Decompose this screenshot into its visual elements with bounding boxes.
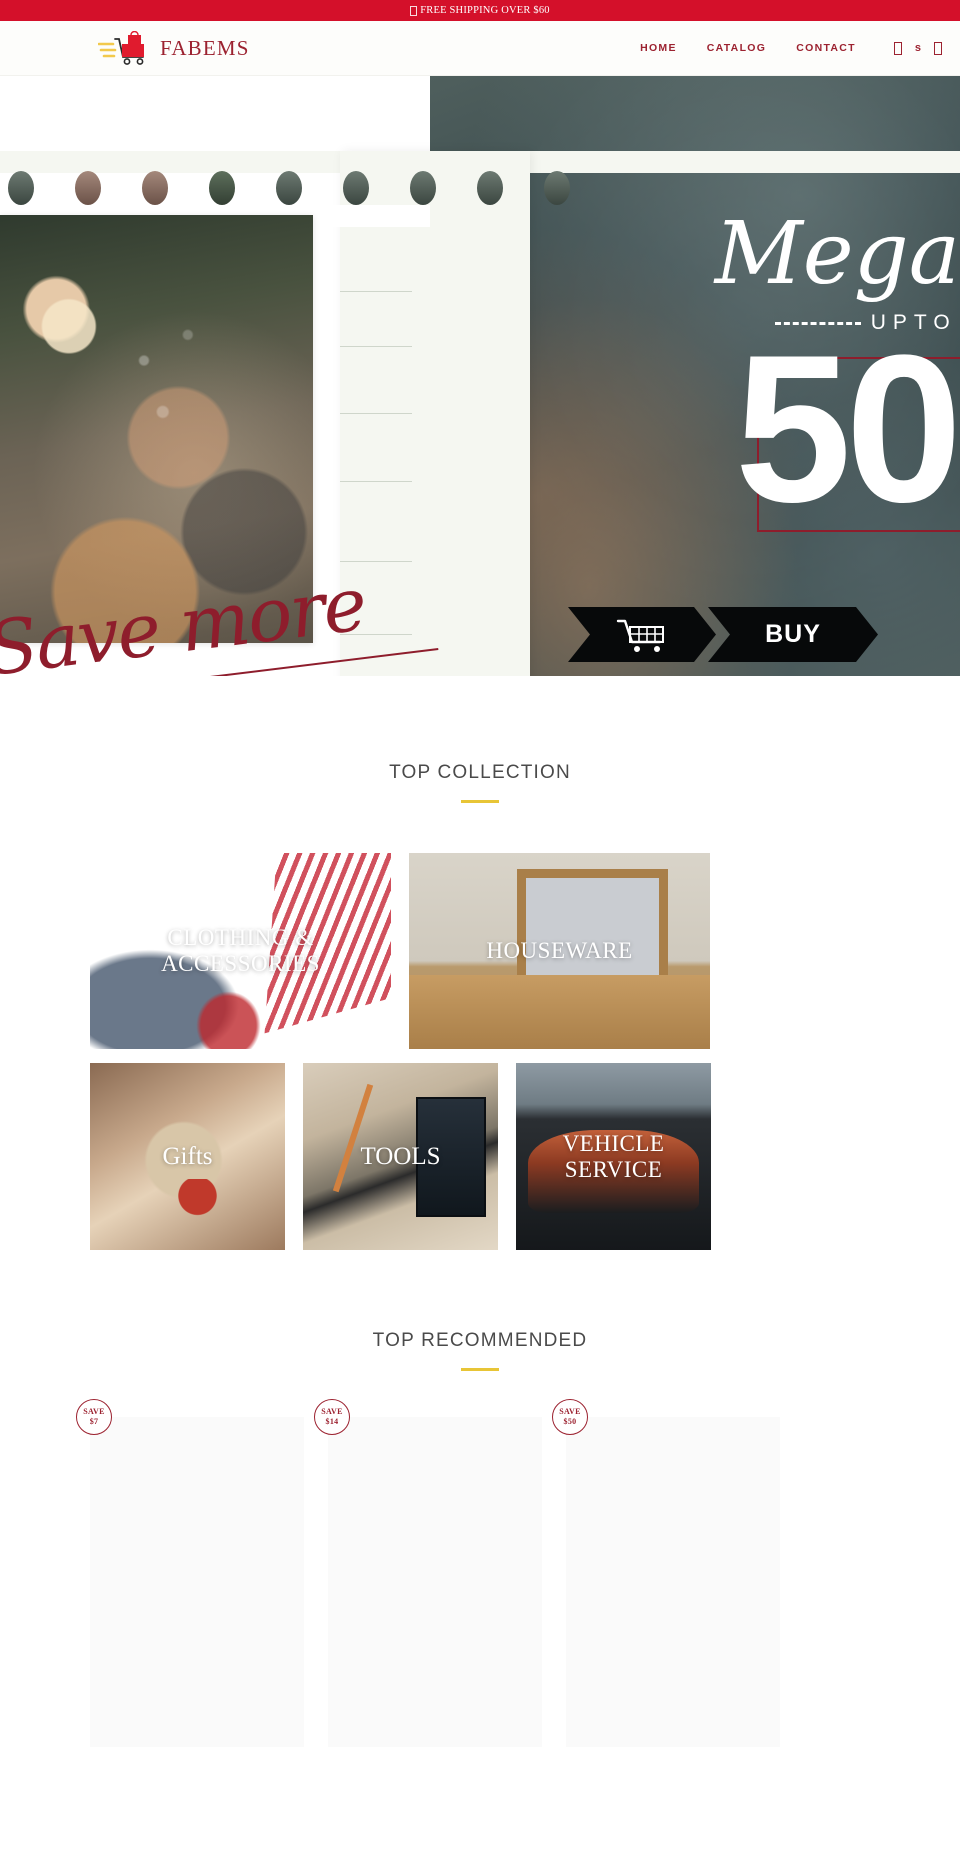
product-row: SAVE $7 SAVE $14 SAVE $50 <box>0 1399 960 1747</box>
collection-tile-vehicle-service[interactable]: VEHICLE SERVICE <box>516 1063 711 1250</box>
save-badge: SAVE $14 <box>314 1399 350 1435</box>
promo-script-text: Mega <box>714 204 960 304</box>
site-header: FABEMS HOME CATALOG CONTACT s <box>0 21 960 76</box>
tile-label: VEHICLE SERVICE <box>562 1130 665 1182</box>
collection-title-rule <box>461 800 499 803</box>
nav-item-contact[interactable]: CONTACT <box>796 42 856 54</box>
hero-buy-button[interactable]: BUY <box>708 607 878 662</box>
buy-button-label: BUY <box>765 620 821 648</box>
recommended-title-rule <box>461 1368 499 1371</box>
hero-cta-group: BUY <box>568 607 878 662</box>
shopping-cart-icon <box>615 616 669 654</box>
hero-banner: Save more Mega UPTO 50 BUY <box>0 76 960 676</box>
hero-cart-button[interactable] <box>568 607 716 662</box>
product-card[interactable]: SAVE $7 <box>76 1399 304 1747</box>
truck-icon <box>410 5 418 16</box>
header-icon-group: s <box>893 41 942 55</box>
announcement-bar: FREE SHIPPING OVER $60 <box>0 0 960 21</box>
nav-item-catalog[interactable]: CATALOG <box>707 42 766 54</box>
tile-label: Gifts <box>162 1142 213 1170</box>
product-card[interactable]: SAVE $14 <box>314 1399 542 1747</box>
collection-title: TOP COLLECTION <box>389 762 571 783</box>
collection-tile-clothing-accessories[interactable]: CLOTHING & ACCESSORIES <box>90 853 391 1049</box>
promo-number-text: 50 <box>734 311 960 547</box>
recommended-title: TOP RECOMMENDED <box>372 1330 588 1351</box>
collection-tile-houseware[interactable]: HOUSEWARE <box>409 853 710 1049</box>
promo-discount-number: 50 <box>735 324 960 534</box>
main-navigation: HOME CATALOG CONTACT s <box>640 41 942 55</box>
currency-selector[interactable]: s <box>915 42 921 54</box>
brand-logo[interactable]: FABEMS <box>98 31 250 65</box>
tile-label: HOUSEWARE <box>486 938 633 964</box>
top-collection-section: TOP COLLECTION CLOTHING & ACCESSORIES HOU… <box>0 676 960 1250</box>
tile-label: CLOTHING & ACCESSORIES <box>161 925 320 976</box>
cart-icon[interactable] <box>934 41 942 55</box>
search-icon[interactable] <box>893 41 902 55</box>
notepad-sheet <box>340 151 530 676</box>
top-recommended-section: TOP RECOMMENDED SAVE $7 SAVE $14 SAVE $5… <box>0 1250 960 1747</box>
collection-tile-gifts[interactable]: Gifts <box>90 1063 285 1250</box>
save-badge-word: SAVE <box>83 1407 105 1416</box>
save-badge-word: SAVE <box>559 1407 581 1416</box>
announcement-text: FREE SHIPPING OVER $60 <box>420 5 550 16</box>
collection-tile-tools[interactable]: TOOLS <box>303 1063 498 1250</box>
notepad-binding-holes <box>0 171 960 205</box>
nav-item-home[interactable]: HOME <box>640 42 677 54</box>
save-badge-amount: $14 <box>325 1417 339 1426</box>
save-badge-word: SAVE <box>321 1407 343 1416</box>
tile-label: TOOLS <box>360 1142 441 1170</box>
shopping-cart-logo <box>98 31 154 65</box>
save-badge: SAVE $50 <box>552 1399 588 1435</box>
collection-grid-bottom: Gifts TOOLS VEHICLE SERVICE <box>0 1063 960 1250</box>
save-badge: SAVE $7 <box>76 1399 112 1435</box>
hero-promo-block: Mega UPTO 50 <box>585 204 960 534</box>
collection-grid-top: CLOTHING & ACCESSORIES HOUSEWARE <box>0 853 960 1049</box>
save-badge-amount: $7 <box>89 1417 99 1426</box>
save-badge-amount: $50 <box>563 1417 577 1426</box>
brand-name: FABEMS <box>160 35 250 60</box>
product-card[interactable]: SAVE $50 <box>552 1399 780 1747</box>
